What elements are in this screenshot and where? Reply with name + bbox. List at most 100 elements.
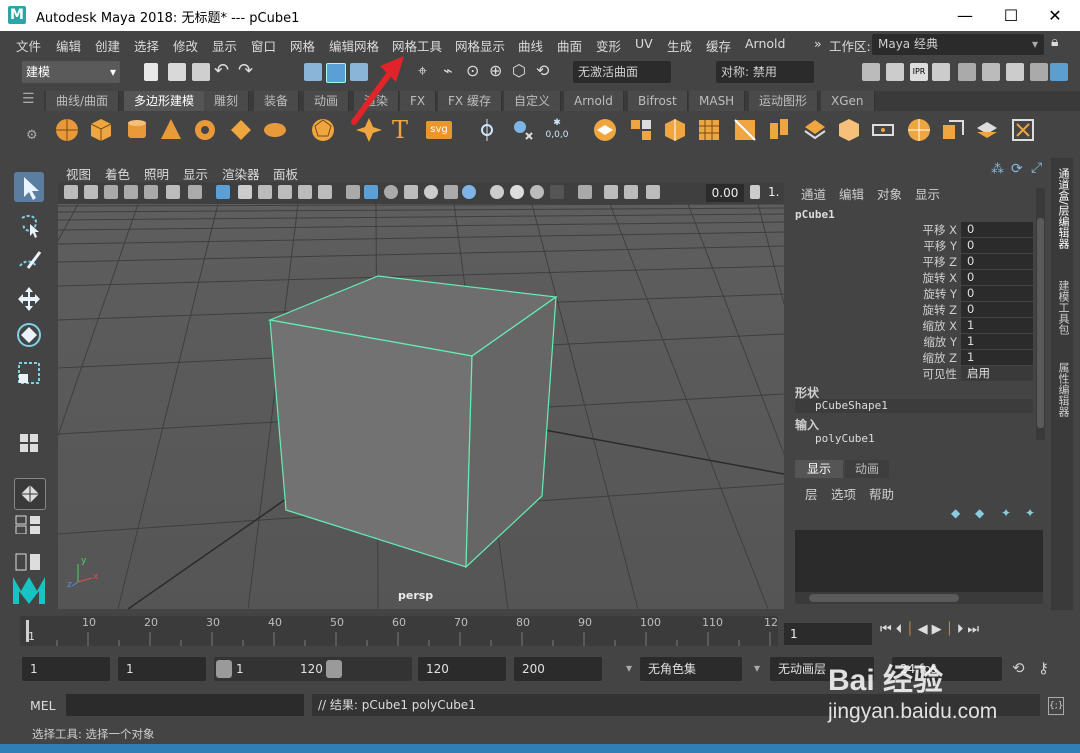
poly-plane-icon[interactable] <box>228 117 254 143</box>
cb-menu-edit[interactable]: 编辑 <box>839 184 864 203</box>
tab-mash[interactable]: MASH <box>689 91 746 111</box>
channel-value[interactable]: 0 <box>961 238 1033 253</box>
minimize-button[interactable]: — <box>942 0 988 31</box>
live-surface-field[interactable]: 无激活曲面 <box>573 61 671 83</box>
render-icon[interactable] <box>886 63 904 81</box>
channel-row[interactable]: 旋转 X 0 <box>789 270 1049 286</box>
vtab-channel-box[interactable]: 通道盒/层编辑器 <box>1053 168 1071 249</box>
step-forward-frame-icon[interactable]: ⏐ <box>946 622 957 637</box>
channel-row[interactable]: 旋转 Z 0 <box>789 302 1049 318</box>
channel-row[interactable]: 缩放 X 1 <box>789 318 1049 334</box>
menu-uv[interactable]: UV <box>635 36 653 51</box>
planar-map-icon[interactable] <box>940 117 966 143</box>
field-chart-icon[interactable] <box>278 185 292 199</box>
viewport-menu-show[interactable]: 显示 <box>183 164 208 183</box>
shape-node-row[interactable]: pCubeShape1 <box>795 399 1033 413</box>
multi-cut-icon[interactable] <box>732 117 758 143</box>
menu-mesh-display[interactable]: 网格显示 <box>455 36 505 55</box>
animation-start-field[interactable]: 1 <box>22 657 110 681</box>
menu-file[interactable]: 文件 <box>16 36 41 55</box>
layer-list[interactable] <box>795 530 1043 598</box>
new-scene-icon[interactable] <box>144 63 158 81</box>
current-frame-field[interactable]: 1 <box>784 623 872 645</box>
camera-attributes-icon[interactable] <box>84 185 98 199</box>
poly-sphere-icon[interactable] <box>54 117 80 143</box>
snap-view-icon[interactable]: ⊕ <box>489 61 502 80</box>
menu-edit[interactable]: 编辑 <box>56 36 81 55</box>
select-hierarchy-icon[interactable] <box>304 63 322 81</box>
bridge-icon[interactable] <box>628 117 654 143</box>
shadows-icon[interactable] <box>444 185 458 199</box>
connect-icon[interactable] <box>870 117 896 143</box>
menu-overflow-icon[interactable]: » <box>814 36 822 51</box>
bookmark-icon[interactable] <box>104 185 118 199</box>
lasso-tool-icon[interactable] <box>14 210 44 240</box>
tab-motion-graphics[interactable]: 运动图形 <box>749 91 819 111</box>
poly-torus-icon[interactable] <box>192 117 218 143</box>
poly-platonic-icon[interactable] <box>310 117 336 143</box>
channel-row[interactable]: 平移 X 0 <box>789 222 1049 238</box>
animation-end-field[interactable]: 200 <box>514 657 602 681</box>
tab-poly-modeling[interactable]: 多边形建模 <box>124 91 206 111</box>
vtab-modeling-toolkit[interactable]: 建模工具包 <box>1053 280 1071 335</box>
tab-arnold[interactable]: Arnold <box>564 91 624 111</box>
channel-row[interactable]: 可见性 启用 <box>789 366 1049 382</box>
snap-live-icon[interactable]: ⟲ <box>536 61 549 80</box>
tool-settings-icon[interactable] <box>1030 63 1048 81</box>
maximize-button[interactable]: ☐ <box>988 0 1034 31</box>
paint-select-tool-icon[interactable] <box>14 246 44 276</box>
smooth-shade-icon[interactable] <box>364 185 378 199</box>
safe-action-icon[interactable] <box>298 185 312 199</box>
insert-edge-loop-icon[interactable] <box>766 117 792 143</box>
channel-row[interactable]: 缩放 Z 1 <box>789 350 1049 366</box>
channel-value[interactable]: 0 <box>961 302 1033 317</box>
channel-value[interactable]: 0 <box>961 270 1033 285</box>
channel-value[interactable]: 0 <box>961 222 1033 237</box>
extrude-icon[interactable] <box>592 117 618 143</box>
auto-key-icon[interactable]: ⚷ <box>1038 659 1049 677</box>
viewport-menu-lighting[interactable]: 照明 <box>144 164 169 183</box>
tab-custom[interactable]: 自定义 <box>504 91 562 111</box>
channel-row[interactable]: 平移 Y 0 <box>789 238 1049 254</box>
playback-start-field[interactable]: 1 <box>118 657 206 681</box>
tab-bifrost[interactable]: Bifrost <box>628 91 688 111</box>
modeling-toolkit-icon[interactable] <box>958 63 976 81</box>
channel-box-options-icon[interactable]: ⁂ <box>991 162 1004 177</box>
channel-value[interactable]: 1 <box>961 334 1033 349</box>
menu-select[interactable]: 选择 <box>134 36 159 55</box>
attribute-editor-icon[interactable] <box>1006 63 1024 81</box>
menu-display[interactable]: 显示 <box>212 36 237 55</box>
move-layer-up-icon[interactable]: ◆ <box>951 506 960 520</box>
new-layer-from-selected-icon[interactable]: ✦ <box>1025 506 1035 520</box>
channel-value[interactable]: 启用 <box>961 366 1033 381</box>
scale-tool-icon[interactable] <box>14 358 44 388</box>
cb-menu-object[interactable]: 对象 <box>877 184 902 203</box>
tab-display-layers[interactable]: 显示 <box>795 460 843 478</box>
2d-pan-zoom-icon[interactable] <box>144 185 158 199</box>
channel-value[interactable]: 1 <box>961 350 1033 365</box>
move-tool-icon[interactable] <box>14 284 44 314</box>
poly-disc-icon[interactable] <box>262 117 288 143</box>
wireframe-icon[interactable] <box>346 185 360 199</box>
exposure-field[interactable]: 0.00 <box>706 184 744 202</box>
image-plane-icon[interactable] <box>124 185 138 199</box>
range-start-handle[interactable] <box>216 660 232 678</box>
menu-surfaces[interactable]: 曲面 <box>557 36 582 55</box>
cb-scrollbar-thumb[interactable] <box>1037 218 1044 428</box>
cb-menu-channels[interactable]: 通道 <box>801 184 826 203</box>
play-backward-icon[interactable]: ◀ <box>918 622 932 637</box>
tab-sculpting[interactable]: 雕刻 <box>204 91 250 111</box>
outliner-layout-icon[interactable] <box>14 552 44 572</box>
menu-modify[interactable]: 修改 <box>173 36 198 55</box>
camera-select-icon[interactable] <box>64 185 78 199</box>
layer-hscrollbar[interactable] <box>795 592 1043 604</box>
append-polygon-icon[interactable] <box>696 117 722 143</box>
offset-edge-loop-icon[interactable] <box>802 117 828 143</box>
channel-value[interactable]: 0 <box>961 286 1033 301</box>
target-weld-icon[interactable] <box>836 117 862 143</box>
channel-row[interactable]: 缩放 Y 1 <box>789 334 1049 350</box>
workspace-select[interactable]: Maya 经典 ▾ <box>872 34 1044 55</box>
gamma-field[interactable]: 1. <box>768 185 779 199</box>
snap-point-icon[interactable]: ⊙ <box>466 61 479 80</box>
time-slider[interactable]: 1 10 20 30 40 50 60 70 80 90 100 110 12 <box>20 616 778 646</box>
